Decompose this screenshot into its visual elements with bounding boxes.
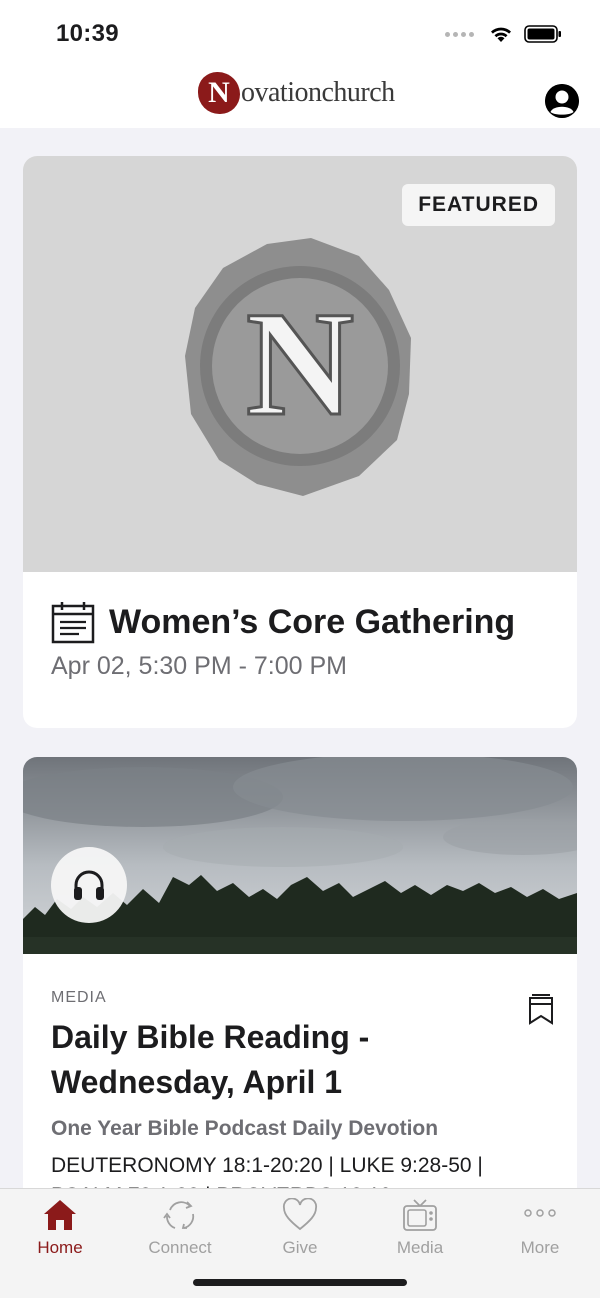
app-header: N ovationchurch xyxy=(0,64,600,128)
play-audio-button[interactable] xyxy=(51,847,127,923)
tab-more-label: More xyxy=(520,1238,560,1257)
status-time: 10:39 xyxy=(56,20,119,47)
tab-give[interactable]: Give xyxy=(240,1189,360,1265)
profile-button[interactable] xyxy=(545,84,579,118)
headphones-icon xyxy=(74,870,104,900)
event-title: Women’s Core Gathering xyxy=(109,602,516,641)
tab-more[interactable]: More xyxy=(480,1189,600,1265)
wifi-icon xyxy=(491,27,511,42)
church-logo[interactable]: N ovationchurch xyxy=(198,72,395,114)
calendar-icon xyxy=(51,602,95,644)
tab-connect[interactable]: Connect xyxy=(120,1189,240,1265)
tab-give-label: Give xyxy=(282,1238,318,1257)
tab-home-label: Home xyxy=(37,1238,83,1257)
media-label: MEDIA xyxy=(51,989,107,1006)
tab-connect-label: Connect xyxy=(148,1238,212,1257)
featured-image: N FEATURED xyxy=(23,156,577,572)
status-bar: 10:39 xyxy=(0,0,600,64)
bookmark-icon xyxy=(529,994,553,1025)
person-circle-icon xyxy=(545,84,579,118)
event-date: Apr 02, 5:30 PM - 7:00 PM xyxy=(51,652,347,680)
featured-badge: FEATURED xyxy=(402,184,555,226)
bookmark-button[interactable] xyxy=(528,993,554,1030)
tab-home[interactable]: Home xyxy=(0,1189,120,1265)
signal-icon xyxy=(445,31,474,37)
featured-event-card[interactable]: N FEATURED Women’s Core Gathering Apr 02… xyxy=(23,156,577,728)
connect-icon xyxy=(163,1201,195,1229)
event-title-row: Women’s Core Gathering xyxy=(51,600,515,644)
home-icon xyxy=(44,1200,76,1230)
logo-seal: N xyxy=(198,72,240,114)
media-image xyxy=(23,757,577,954)
media-description: DEUTERONOMY 18:1-20:20 | LUKE 9:28-50 | … xyxy=(51,1154,483,1188)
home-indicator xyxy=(193,1279,407,1286)
battery-icon xyxy=(524,25,561,43)
tv-icon xyxy=(403,1199,437,1231)
more-icon xyxy=(524,1209,556,1217)
novation-seal-image: N xyxy=(185,238,411,496)
logo-text: ovationchurch xyxy=(241,77,395,108)
status-icons xyxy=(445,24,562,44)
media-card[interactable]: MEDIA Daily Bible Reading - Wednesday, A… xyxy=(23,757,577,1188)
home-feed[interactable]: N FEATURED Women’s Core Gathering Apr 02… xyxy=(0,128,600,1188)
media-title: Daily Bible Reading - Wednesday, April 1 xyxy=(51,1019,370,1100)
media-subtitle: One Year Bible Podcast Daily Devotion xyxy=(51,1117,439,1140)
heart-icon xyxy=(283,1198,317,1231)
tab-media-label: Media xyxy=(396,1238,444,1257)
seal-letter: N xyxy=(246,281,354,447)
tab-media[interactable]: Media xyxy=(360,1189,480,1265)
